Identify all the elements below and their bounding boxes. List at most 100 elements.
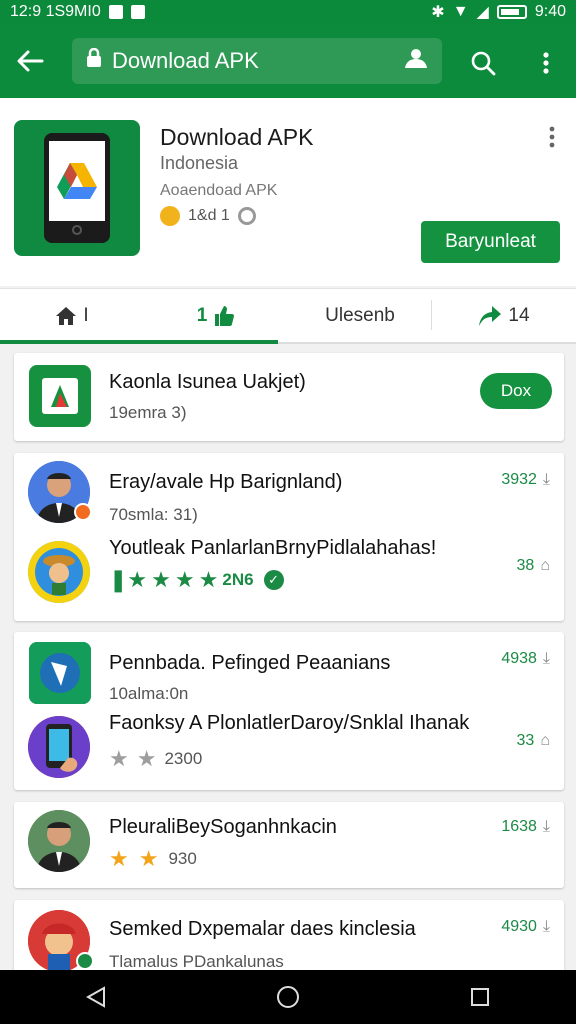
- list-item[interactable]: Faonksy A PlonlatlerDaroy/Snklal Ihanak …: [14, 710, 564, 790]
- nav-home-button[interactable]: [258, 970, 318, 1024]
- count-value: 38: [516, 557, 535, 574]
- list-item-title: Pennbada. Pefinged Peaanians: [109, 652, 391, 674]
- wifi-icon: ▼: [452, 3, 469, 20]
- download-icon: ⤓: [542, 818, 550, 835]
- list-item[interactable]: Pennbada. Pefinged Peaanians 10alma:0n 4…: [14, 632, 564, 710]
- star-icon: ★: [109, 846, 129, 871]
- list-item-title: Faonksy A PlonlatlerDaroy/Snklal Ihanak: [109, 712, 470, 734]
- signal-icon: ◢: [476, 4, 489, 21]
- share-icon: [479, 305, 502, 326]
- app-logo-icon: [42, 378, 78, 414]
- back-arrow-icon: [17, 50, 44, 72]
- get-button[interactable]: Dox: [480, 373, 552, 409]
- nav-recents-button[interactable]: [450, 970, 510, 1024]
- tab-home[interactable]: I: [0, 289, 144, 342]
- status-left-text: 12:9 1S9MI0: [10, 3, 101, 20]
- bluetooth-icon: ✱: [431, 4, 445, 21]
- list-card[interactable]: PleuraliBeySoganhnkacin ★ ★ 930 1638 ⤓: [14, 802, 564, 888]
- app-bar: Download APK: [0, 24, 576, 98]
- home-circle-icon: [277, 986, 299, 1008]
- list-item-title: Semked Dxpemalar daes kinclesia: [109, 918, 416, 940]
- list-item-title: Eray/avale Hp Barignland): [109, 471, 343, 493]
- search-button[interactable]: [462, 42, 504, 84]
- more-vert-icon: [549, 126, 555, 148]
- nav-back-button[interactable]: [66, 970, 126, 1024]
- back-button[interactable]: [0, 24, 60, 98]
- count-value: 33: [516, 732, 535, 749]
- tab-third[interactable]: Ulesenb: [288, 289, 432, 342]
- phone-graphic: [44, 133, 110, 243]
- tab-top-label: 1: [196, 304, 208, 326]
- download-count: 1638 ⤓: [501, 818, 550, 836]
- star-icon: ★: [198, 567, 219, 592]
- thumb-up-icon: [215, 305, 235, 326]
- tab-divider: [431, 300, 432, 330]
- rating-stars: ❚★ ★ ★ ★ 2N6 ✓: [109, 569, 284, 591]
- count-value: 4930: [501, 918, 537, 935]
- system-nav-bar: [0, 970, 576, 1024]
- count-value: 3932: [501, 471, 537, 488]
- info-icon: [237, 207, 256, 225]
- install-button[interactable]: Baryunleat: [421, 221, 560, 263]
- rating-value: 930: [168, 849, 197, 868]
- download-icon: ⤓: [542, 918, 550, 935]
- app-thumbnail: [29, 642, 91, 704]
- tab-bar: I 1 Ulesenb 14: [0, 288, 576, 344]
- count-value: 4938: [501, 650, 537, 667]
- store-icon: ⌂: [540, 732, 550, 749]
- list-card: Eray/avale Hp Barignland) 70smla: 31) 39…: [14, 453, 564, 621]
- list-item-meta: Tlamalus PDankalunas: [109, 952, 284, 971]
- home-icon: [56, 306, 77, 325]
- more-options-button[interactable]: [526, 42, 566, 84]
- home-key: [72, 225, 82, 235]
- download-count: 4930 ⤓: [501, 918, 550, 936]
- tab-share-label: 14: [508, 304, 530, 326]
- rating-stars: ★ ★ 930: [109, 848, 197, 870]
- more-vert-icon: [543, 52, 549, 74]
- list-item-title: Kaonla Isunea Uakjet): [109, 371, 306, 393]
- star-icon: ★: [136, 746, 157, 771]
- profile-icon[interactable]: [404, 47, 428, 75]
- avatar: [28, 810, 90, 872]
- star-icon: ★: [174, 567, 195, 592]
- download-count: 33 ⌂: [517, 732, 550, 750]
- tab-top[interactable]: 1: [144, 289, 288, 342]
- search-icon: [471, 51, 496, 76]
- tab-home-label: I: [83, 304, 89, 326]
- search-bar[interactable]: Download APK: [72, 38, 442, 84]
- star-icon: ★: [138, 846, 159, 871]
- list-card[interactable]: Kaonla Isunea Uakjet) 19emra 3) Dox: [14, 353, 564, 441]
- back-triangle-icon: [86, 986, 105, 1008]
- recents-square-icon: [471, 988, 489, 1006]
- tab-share[interactable]: 14: [432, 289, 576, 342]
- rating-stars: ★ ★ 2300: [109, 748, 202, 770]
- list-item-title: Youtleak PanlarlanBrnyPidlalahahas!: [109, 537, 437, 559]
- header-more-button[interactable]: [540, 122, 564, 152]
- badge-icon: [76, 952, 94, 970]
- app-thumbnail: [28, 541, 90, 603]
- list-item-meta: 70smla: 31): [109, 505, 198, 524]
- list-card: Pennbada. Pefinged Peaanians 10alma:0n 4…: [14, 632, 564, 790]
- list-item-title: PleuraliBeySoganhnkacin: [109, 816, 337, 838]
- star-icon: ★: [109, 746, 129, 771]
- notification-icon: [108, 5, 123, 19]
- battery-icon: [496, 5, 527, 19]
- badge-icon: [74, 503, 92, 521]
- star-icon: ★: [151, 567, 171, 592]
- app-title: Download APK: [160, 124, 314, 150]
- list-item[interactable]: Youtleak PanlarlanBrnyPidlalahahas! ❚★ ★…: [14, 533, 564, 621]
- rating-value: 2300: [164, 749, 203, 768]
- download-count: 4938 ⤓: [501, 650, 550, 668]
- app-rating: 1&d 1: [160, 206, 256, 226]
- tab-indicator: [0, 340, 278, 344]
- app-icon: [14, 120, 140, 256]
- tab-third-label: Ulesenb: [325, 304, 395, 326]
- verified-icon: ✓: [263, 570, 284, 590]
- download-count: 38 ⌂: [517, 557, 550, 575]
- search-text: Download APK: [112, 48, 259, 73]
- rating-text: 1&d 1: [188, 207, 230, 224]
- app-thumbnail: [29, 365, 91, 427]
- list-item[interactable]: Eray/avale Hp Barignland) 70smla: 31) 39…: [14, 453, 564, 533]
- rating-value: 2N6: [222, 570, 254, 589]
- status-time: 9:40: [534, 3, 566, 20]
